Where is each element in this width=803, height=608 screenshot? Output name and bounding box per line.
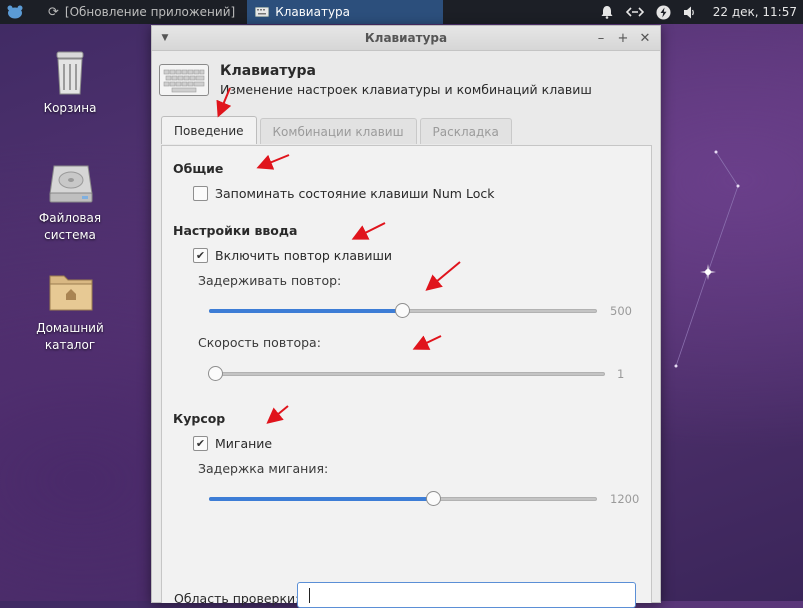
maximize-button[interactable]: +: [614, 29, 632, 47]
key-repeat-label: Включить повтор клавиши: [215, 248, 393, 263]
numlock-checkbox[interactable]: [193, 186, 208, 201]
refresh-icon: ⟳: [48, 4, 59, 20]
key-repeat-checkbox[interactable]: ✔: [193, 248, 208, 263]
cursor-blink-checkbox[interactable]: ✔: [193, 436, 208, 451]
desktop-icon-label: Корзина: [43, 101, 97, 115]
tab-layout[interactable]: Раскладка: [419, 118, 512, 144]
hard-drive-icon: [48, 160, 93, 204]
dialog-header: Клавиатура Изменение настроек клавиатуры…: [152, 51, 660, 109]
trash-icon: [48, 50, 92, 95]
cursor-blink-checkbox-row[interactable]: ✔ Мигание: [193, 436, 272, 451]
slider-fill: [209, 309, 403, 313]
desktop-icon-home[interactable]: Домашний каталог: [25, 270, 115, 354]
tab-shortcuts[interactable]: Комбинации клавиш: [259, 118, 417, 144]
network-icon[interactable]: [625, 6, 644, 18]
desktop-icon-filesystem[interactable]: Файловая система: [25, 160, 115, 244]
taskbar-item-label: Клавиатура: [275, 5, 351, 19]
xfce-mouse-icon: [7, 5, 23, 19]
window-title: Клавиатура: [364, 31, 448, 45]
section-heading-general: Общие: [173, 161, 224, 176]
taskbar-item-updates[interactable]: ⟳ [Обновление приложений]: [40, 0, 243, 24]
tab-bar: Поведение Комбинации клавиш Раскладка: [161, 116, 512, 144]
test-area-input[interactable]: [297, 582, 636, 608]
header-subtitle: Изменение настроек клавиатуры и комбинац…: [220, 82, 592, 97]
window-menu-button[interactable]: ▼: [152, 33, 178, 43]
section-heading-cursor: Курсор: [173, 411, 226, 426]
repeat-speed-label: Скорость повтора:: [198, 335, 321, 350]
header-title: Клавиатура: [220, 63, 316, 79]
top-panel: ⟳ [Обновление приложений] Клавиатура 22 …: [0, 0, 803, 24]
cursor-blink-label: Мигание: [215, 436, 273, 451]
test-area-label: Область проверки:: [174, 591, 300, 606]
keyboard-settings-window: ▼ Клавиатура – + ✕ Клавиатура Изменение …: [151, 25, 661, 608]
repeat-delay-label: Задерживать повтор:: [198, 273, 342, 288]
window-controls: – + ✕: [592, 29, 660, 47]
taskbar-item-keyboard[interactable]: Клавиатура: [247, 0, 444, 24]
keyboard-icon: [255, 7, 270, 17]
desktop-icon-trash[interactable]: Корзина: [25, 50, 115, 117]
repeat-delay-slider[interactable]: [209, 303, 597, 319]
taskbar-item-label: [Обновление приложений]: [64, 5, 236, 19]
blink-delay-label: Задержка мигания:: [198, 461, 329, 476]
section-heading-input: Настройки ввода: [173, 223, 298, 238]
close-button[interactable]: ✕: [636, 29, 654, 47]
power-icon[interactable]: [656, 5, 671, 20]
tab-behavior[interactable]: Поведение: [161, 116, 257, 144]
minimize-button[interactable]: –: [592, 29, 610, 47]
home-folder-icon: [48, 270, 93, 314]
desktop-icon-label: Домашний каталог: [36, 321, 104, 352]
clock[interactable]: 22 дек, 11:57: [707, 5, 797, 19]
numlock-checkbox-row[interactable]: Запоминать состояние клавиши Num Lock: [193, 186, 494, 201]
slider-handle[interactable]: [208, 366, 223, 381]
slider-handle[interactable]: [426, 491, 441, 506]
window-titlebar[interactable]: ▼ Клавиатура – + ✕: [152, 26, 660, 51]
repeat-speed-value: 1: [617, 367, 625, 381]
key-repeat-checkbox-row[interactable]: ✔ Включить повтор клавиши: [193, 248, 392, 263]
tab-content-behavior: Общие Запоминать состояние клавиши Num L…: [161, 145, 652, 608]
blink-delay-slider[interactable]: [209, 491, 597, 507]
header-text: Клавиатура Изменение настроек клавиатуры…: [220, 63, 592, 97]
desktop-icon-label: Файловая система: [38, 211, 102, 242]
wallpaper-stars: [674, 150, 740, 368]
blink-delay-value: 1200: [610, 492, 640, 506]
slider-fill: [209, 497, 434, 501]
volume-icon[interactable]: [683, 5, 695, 20]
xfce-menu-button[interactable]: [4, 0, 26, 24]
system-tray: 22 дек, 11:57: [600, 5, 803, 20]
repeat-delay-value: 500: [610, 304, 632, 318]
slider-handle[interactable]: [395, 303, 410, 318]
numlock-label: Запоминать состояние клавиши Num Lock: [215, 186, 495, 201]
bell-icon[interactable]: [600, 5, 614, 19]
keyboard-icon: [159, 64, 209, 96]
repeat-speed-slider[interactable]: [208, 366, 605, 382]
slider-track: [209, 372, 605, 376]
